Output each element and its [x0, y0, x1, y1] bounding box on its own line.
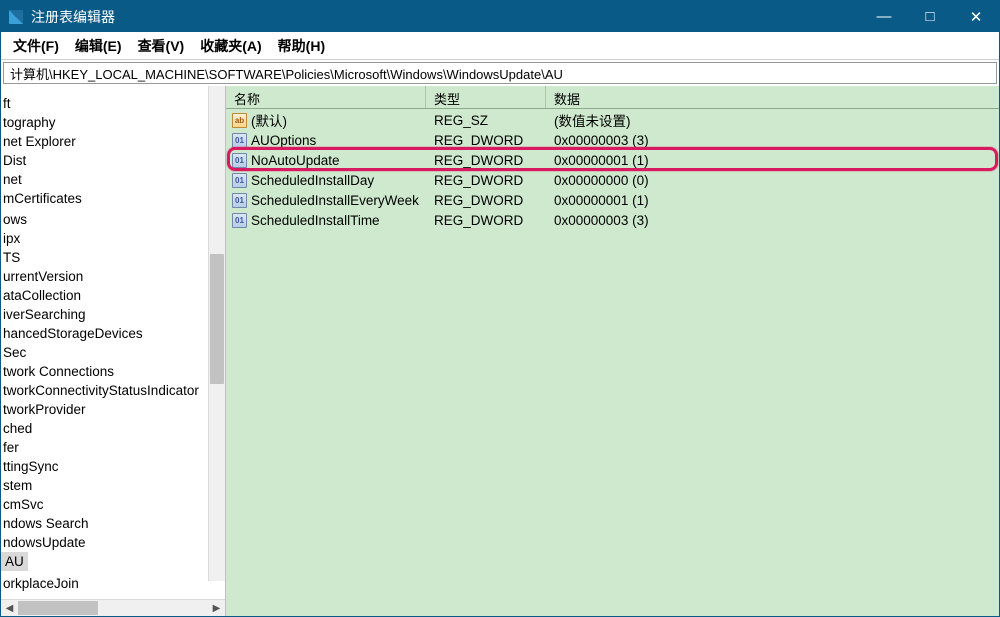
menu-help[interactable]: 帮助(H): [270, 33, 333, 59]
tree-item[interactable]: fer: [1, 438, 207, 457]
value-type-cell: REG_DWORD: [426, 133, 546, 148]
values-list: ab(默认)REG_SZ(数值未设置)01AUOptionsREG_DWORD0…: [226, 109, 999, 616]
tree-item[interactable]: Sec: [1, 343, 207, 362]
value-type-cell: REG_DWORD: [426, 173, 546, 188]
menu-edit[interactable]: 编辑(E): [67, 33, 130, 59]
value-name-cell: 01 ScheduledInstallEveryWeek: [226, 193, 426, 208]
value-name-label: ScheduledInstallTime: [251, 213, 380, 228]
minimize-button[interactable]: —: [861, 1, 907, 32]
dword-value-icon: 01: [232, 173, 247, 188]
value-name-cell: 01 AUOptions: [226, 133, 426, 148]
tree-item[interactable]: urrentVersion: [1, 267, 207, 286]
tree-item[interactable]: cmSvc: [1, 495, 207, 514]
registry-editor-window: 注册表编辑器 — □ ✕ 文件(F) 编辑(E) 查看(V) 收藏夹(A) 帮助…: [0, 0, 1000, 617]
window-controls: — □ ✕: [861, 1, 999, 32]
dword-value-icon: 01: [232, 213, 247, 228]
tree-item[interactable]: net: [1, 170, 207, 189]
menu-file[interactable]: 文件(F): [5, 33, 67, 59]
value-row[interactable]: 01 NoAutoUpdate REG_DWORD0x00000001 (1): [226, 150, 999, 170]
tree-horizontal-thumb[interactable]: [18, 601, 98, 615]
tree-item[interactable]: ched: [1, 419, 207, 438]
string-value-icon: ab: [232, 113, 247, 128]
value-name-label: AUOptions: [251, 133, 316, 148]
value-row[interactable]: 01 ScheduledInstallTime REG_DWORD0x0000000…: [226, 210, 999, 230]
dword-value-icon: 01: [232, 133, 247, 148]
value-type-cell: REG_DWORD: [426, 213, 546, 228]
tree-pane: fttographynet ExplorerDistnetmCertificat…: [1, 86, 226, 616]
value-data-cell: 0x00000003 (3): [546, 133, 999, 148]
tree-item[interactable]: ft: [1, 94, 207, 113]
value-row[interactable]: ab (默认) REG_SZ(数值未设置): [226, 110, 999, 130]
address-bar[interactable]: 计算机\HKEY_LOCAL_MACHINE\SOFTWARE\Policies…: [3, 62, 997, 84]
tree-horizontal-scrollbar[interactable]: ◀ ▶: [1, 599, 225, 616]
column-header-type[interactable]: 类型: [426, 86, 546, 108]
scroll-left-arrow-icon[interactable]: ◀: [1, 600, 18, 617]
column-header-data[interactable]: 数据: [546, 86, 999, 108]
menu-view[interactable]: 查看(V): [130, 33, 193, 59]
tree-item[interactable]: net Explorer: [1, 132, 207, 151]
value-name-cell: 01 NoAutoUpdate: [226, 153, 426, 168]
value-row[interactable]: 01 ScheduledInstallEveryWeek REG_DWORD0x00…: [226, 190, 999, 210]
tree-item[interactable]: Dist: [1, 151, 207, 170]
value-type-cell: REG_DWORD: [426, 193, 546, 208]
menu-favorites[interactable]: 收藏夹(A): [192, 33, 269, 59]
tree-item[interactable]: ndows Search: [1, 514, 207, 533]
value-data-cell: 0x00000000 (0): [546, 173, 999, 188]
menubar: 文件(F) 编辑(E) 查看(V) 收藏夹(A) 帮助(H): [1, 32, 999, 60]
tree-item[interactable]: ndowsUpdate: [1, 533, 207, 552]
maximize-button[interactable]: □: [907, 1, 953, 32]
value-name-label: NoAutoUpdate: [251, 153, 340, 168]
value-name-label: ScheduledInstallDay: [251, 173, 374, 188]
regedit-icon: [9, 10, 23, 24]
tree-item[interactable]: TS: [1, 248, 207, 267]
tree-vertical-scrollbar[interactable]: [208, 86, 225, 581]
address-text: 计算机\HKEY_LOCAL_MACHINE\SOFTWARE\Policies…: [10, 64, 563, 83]
tree-item[interactable]: ttingSync: [1, 457, 207, 476]
value-data-cell: (数值未设置): [546, 110, 999, 130]
tree-item[interactable]: ipx: [1, 229, 207, 248]
titlebar[interactable]: 注册表编辑器 — □ ✕: [1, 1, 999, 32]
value-name-cell: 01 ScheduledInstallDay: [226, 173, 426, 188]
value-data-cell: 0x00000001 (1): [546, 153, 999, 168]
tree-scroll-area: fttographynet ExplorerDistnetmCertificat…: [1, 86, 225, 599]
value-name-cell: 01 ScheduledInstallTime: [226, 213, 426, 228]
dword-value-icon: 01: [232, 193, 247, 208]
tree-vertical-thumb[interactable]: [210, 254, 224, 384]
close-button[interactable]: ✕: [953, 1, 999, 32]
value-type-cell: REG_DWORD: [426, 153, 546, 168]
window-title: 注册表编辑器: [31, 7, 861, 27]
content-area: fttographynet ExplorerDistnetmCertificat…: [1, 86, 999, 616]
value-row[interactable]: 01 ScheduledInstallDay REG_DWORD0x00000000…: [226, 170, 999, 190]
tree-item[interactable]: twork Connections: [1, 362, 207, 381]
tree-item[interactable]: tography: [1, 113, 207, 132]
tree-item[interactable]: tworkConnectivityStatusIndicator: [1, 381, 207, 400]
value-name-cell: ab (默认): [226, 110, 426, 130]
tree-item[interactable]: tworkProvider: [1, 400, 207, 419]
tree-item[interactable]: ataCollection: [1, 286, 207, 305]
value-data-cell: 0x00000003 (3): [546, 213, 999, 228]
dword-value-icon: 01: [232, 153, 247, 168]
values-pane: 名称 类型 数据 ab (默认) REG_SZ(数值未设置) 01 AUOptions R…: [226, 86, 999, 616]
value-name-label: (默认): [251, 110, 287, 130]
value-name-label: ScheduledInstallEveryWeek: [251, 193, 419, 208]
value-data-cell: 0x00000001 (1): [546, 193, 999, 208]
tree-item[interactable]: AU: [1, 552, 28, 571]
column-header-name[interactable]: 名称: [226, 86, 426, 108]
tree-item[interactable]: orkplaceJoin: [1, 574, 207, 593]
tree-horizontal-track[interactable]: [18, 600, 208, 616]
scroll-right-arrow-icon[interactable]: ▶: [208, 600, 225, 617]
tree-item[interactable]: iverSearching: [1, 305, 207, 324]
tree-list: fttographynet ExplorerDistnetmCertificat…: [1, 86, 207, 593]
tree-item[interactable]: stem: [1, 476, 207, 495]
tree-item[interactable]: hancedStorageDevices: [1, 324, 207, 343]
column-header-row: 名称 类型 数据: [226, 86, 999, 109]
value-type-cell: REG_SZ: [426, 113, 546, 128]
tree-item[interactable]: ows: [1, 210, 207, 229]
value-row[interactable]: 01 AUOptions REG_DWORD0x00000003 (3): [226, 130, 999, 150]
tree-item[interactable]: mCertificates: [1, 189, 207, 208]
